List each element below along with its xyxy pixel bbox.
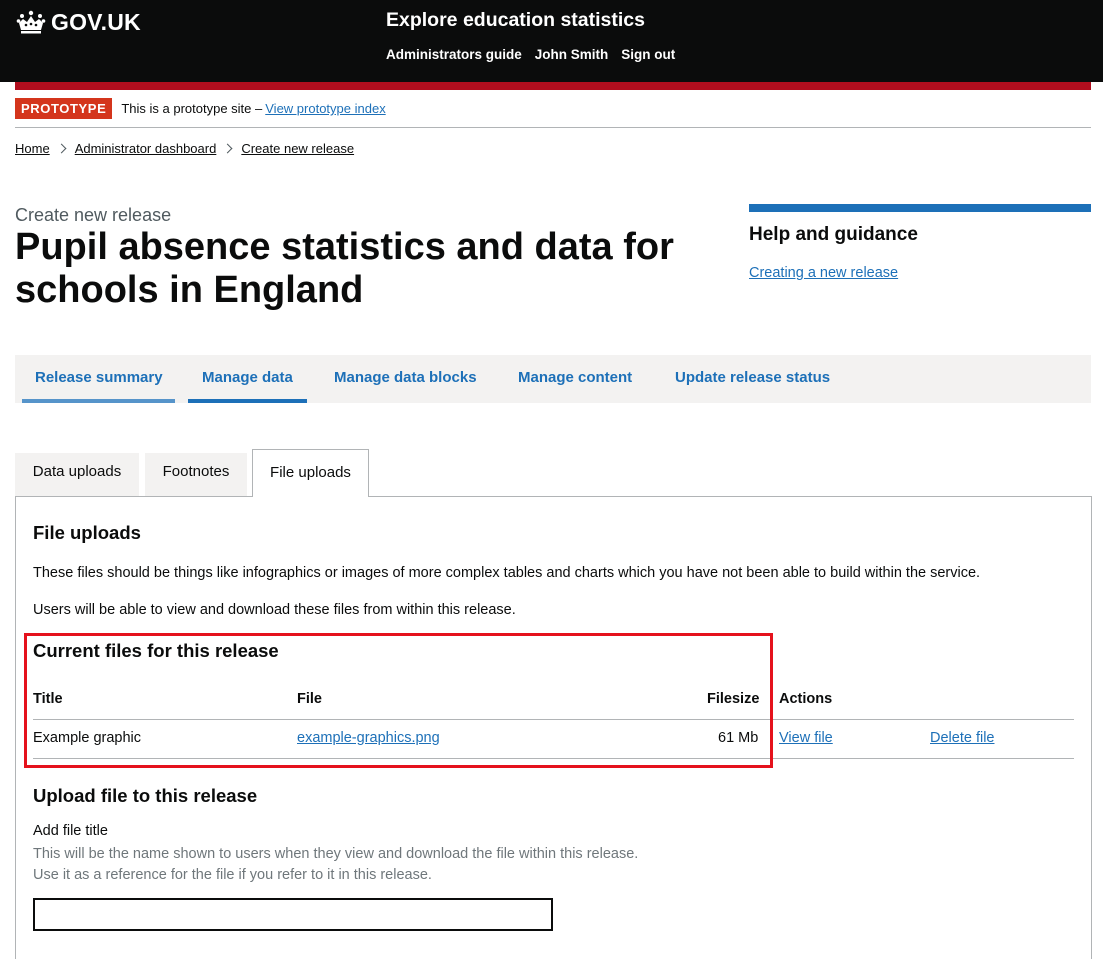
nav-manage-data-blocks[interactable]: Manage data blocks: [334, 369, 477, 386]
site-header: GOV.UK Explore education statistics Admi…: [0, 0, 1103, 82]
administrators-guide-link[interactable]: Administrators guide: [386, 47, 522, 62]
nav-update-release-status[interactable]: Update release status: [675, 369, 830, 386]
nav-manage-content[interactable]: Manage content: [518, 369, 632, 386]
prototype-banner: PROTOTYPE This is a prototype site – Vie…: [15, 98, 386, 119]
breadcrumb-home[interactable]: Home: [15, 141, 50, 156]
release-nav: Release summary Manage data Manage data …: [15, 355, 1091, 403]
users-paragraph: Users will be able to view and download …: [33, 602, 516, 618]
divider: [15, 127, 1091, 128]
tab-file-uploads[interactable]: File uploads: [252, 449, 369, 497]
crown-icon: [16, 10, 46, 34]
file-title-hint: This will be the name shown to users whe…: [33, 844, 638, 886]
file-title-input[interactable]: [33, 898, 553, 931]
breadcrumb: Home Administrator dashboard Create new …: [15, 141, 354, 156]
header-nav: Administrators guide John Smith Sign out: [386, 47, 675, 62]
page-title: Pupil absence statistics and data for sc…: [15, 226, 674, 311]
user-name-link[interactable]: John Smith: [535, 47, 609, 62]
help-guidance: Help and guidance Creating a new release: [749, 204, 1091, 281]
intro-paragraph: These files should be things like infogr…: [33, 565, 981, 581]
nav-manage-data[interactable]: Manage data: [202, 369, 293, 386]
prototype-index-link[interactable]: View prototype index: [265, 101, 385, 116]
tab-footnotes[interactable]: Footnotes: [145, 453, 247, 496]
column-header-actions: Actions: [779, 691, 833, 707]
breadcrumb-create-release[interactable]: Create new release: [241, 141, 354, 156]
hint-line-2: Use it as a reference for the file if yo…: [33, 867, 432, 883]
annotation-highlight-box: [24, 633, 773, 768]
help-title: Help and guidance: [749, 224, 918, 245]
prototype-tag: PROTOTYPE: [15, 98, 113, 119]
file-title-label: Add file title: [33, 823, 108, 839]
service-name[interactable]: Explore education statistics: [386, 9, 645, 32]
header-accent-bar: [15, 82, 1091, 90]
sign-out-link[interactable]: Sign out: [621, 47, 675, 62]
file-uploads-heading: File uploads: [33, 522, 141, 543]
nav-current-underline: [188, 399, 307, 403]
creating-release-link[interactable]: Creating a new release: [749, 265, 1091, 281]
breadcrumb-admin-dashboard[interactable]: Administrator dashboard: [75, 141, 217, 156]
govuk-logo-link[interactable]: GOV.UK: [16, 9, 141, 35]
view-file-link[interactable]: View file: [779, 730, 833, 746]
hint-line-1: This will be the name shown to users whe…: [33, 846, 639, 862]
chevron-right-icon: [56, 143, 67, 154]
tab-data-uploads[interactable]: Data uploads: [15, 453, 139, 496]
page-caption: Create new release: [15, 205, 172, 225]
prototype-text: This is a prototype site –: [121, 101, 263, 116]
nav-visited-underline: [22, 399, 175, 403]
delete-file-link[interactable]: Delete file: [930, 730, 994, 746]
upload-file-heading: Upload file to this release: [33, 785, 258, 806]
nav-release-summary[interactable]: Release summary: [35, 369, 163, 386]
chevron-right-icon: [222, 143, 233, 154]
logo-text: GOV.UK: [51, 8, 141, 35]
